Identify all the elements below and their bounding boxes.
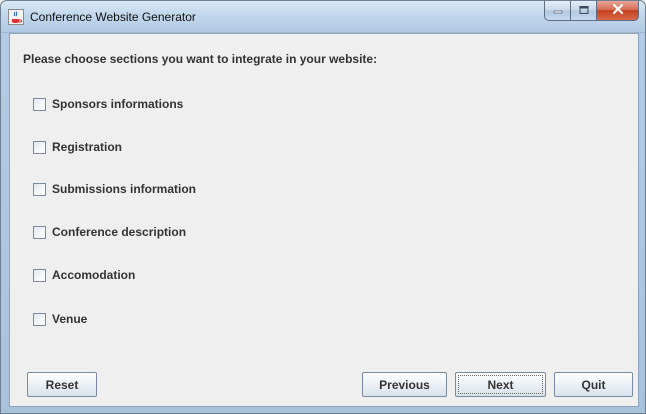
previous-button[interactable]: Previous — [362, 372, 447, 397]
reset-button[interactable]: Reset — [27, 372, 97, 397]
sponsors-label: Sponsors informations — [52, 97, 184, 111]
accomodation-checkbox[interactable] — [33, 268, 46, 282]
maximize-button[interactable] — [570, 1, 596, 21]
title-bar[interactable]: Conference Website Generator — [1, 1, 645, 33]
content-panel: Please choose sections you want to integ… — [9, 33, 639, 407]
description-checkbox[interactable] — [33, 225, 46, 239]
venue-checkbox[interactable] — [33, 312, 46, 326]
registration-label: Registration — [52, 140, 123, 154]
minimize-button[interactable] — [544, 1, 570, 21]
section-option-accomodation[interactable]: Accomodation — [33, 267, 135, 283]
section-option-sponsors[interactable]: Sponsors informations — [33, 96, 183, 112]
java-cup-icon — [8, 9, 24, 25]
close-icon — [611, 2, 625, 20]
description-label: Conference description — [52, 225, 187, 239]
accomodation-label: Accomodation — [52, 268, 136, 282]
section-option-submissions[interactable]: Submissions information — [33, 181, 196, 197]
submissions-label: Submissions information — [52, 182, 197, 196]
submissions-checkbox[interactable] — [33, 182, 46, 196]
maximize-icon — [578, 2, 590, 20]
close-button[interactable] — [596, 1, 639, 21]
sponsors-checkbox[interactable] — [33, 97, 46, 111]
section-option-registration[interactable]: Registration — [33, 139, 122, 155]
window-controls — [544, 1, 639, 21]
quit-button[interactable]: Quit — [554, 372, 633, 397]
instruction-text: Please choose sections you want to integ… — [23, 52, 378, 66]
minimize-icon — [552, 2, 564, 20]
section-option-description[interactable]: Conference description — [33, 224, 186, 240]
window-title: Conference Website Generator — [30, 10, 196, 24]
app-window: Conference Website Generator Please choo… — [0, 0, 646, 414]
registration-checkbox[interactable] — [33, 140, 46, 154]
venue-label: Venue — [52, 312, 88, 326]
section-option-venue[interactable]: Venue — [33, 311, 87, 327]
next-button[interactable]: Next — [455, 372, 546, 397]
